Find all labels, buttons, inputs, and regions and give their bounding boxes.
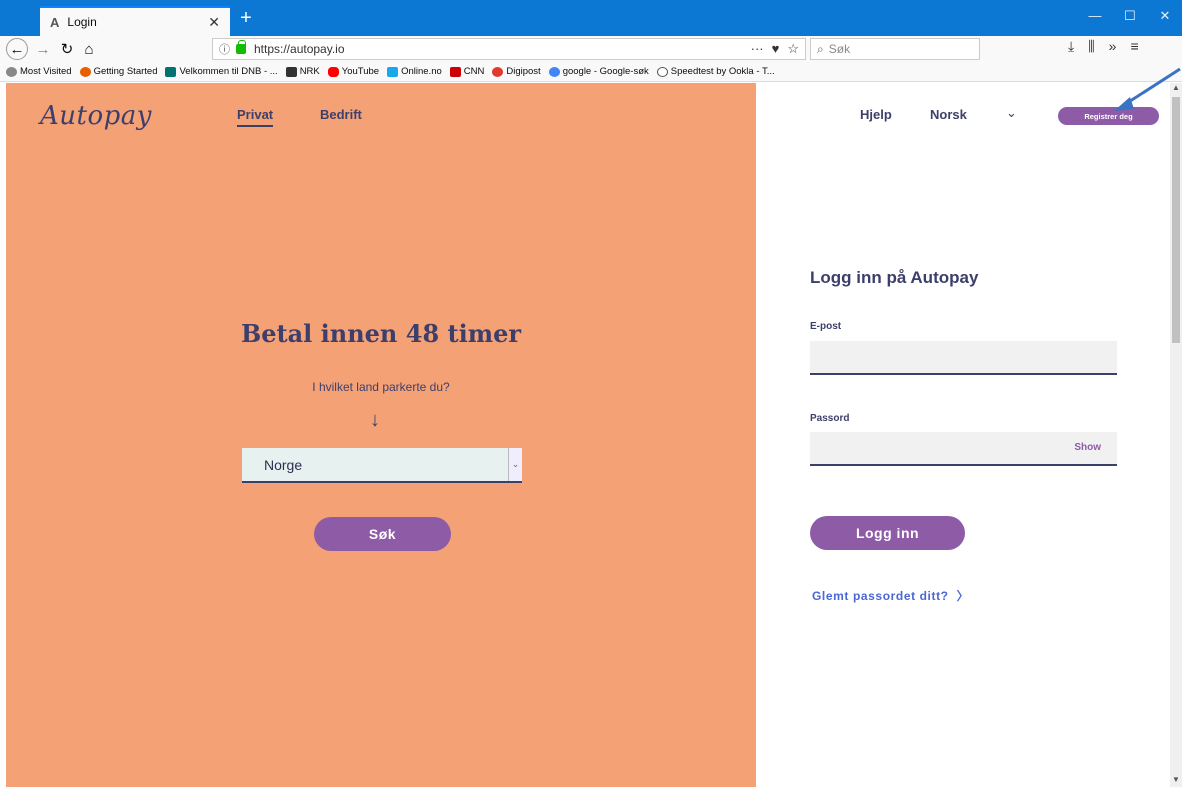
search-bar[interactable]: ⌕ Søk (810, 38, 980, 60)
nrk-icon (285, 66, 297, 77)
forward-arrow-icon[interactable]: → (32, 38, 54, 60)
help-link[interactable]: Hjelp (860, 107, 892, 122)
bookmark-dnb[interactable]: Velkommen til DNB - ... (165, 66, 278, 77)
bookmark-star-icon[interactable]: ☆ (787, 41, 799, 57)
scroll-down-icon[interactable]: ▼ (1170, 775, 1182, 787)
email-field[interactable] (810, 341, 1117, 375)
hero-title: Betal innen 48 timer (240, 319, 522, 348)
forgot-password-label: Glemt passordet ditt? (812, 589, 949, 603)
page-content: ▲ ▼ Autopay Privat Bedrift Betal innen 4… (0, 67, 1182, 787)
bookmark-cnn[interactable]: CNN (449, 66, 484, 77)
bookmark-online-no[interactable]: Online.no (387, 66, 442, 77)
language-selector[interactable]: Norsk (930, 107, 967, 122)
bookmark-nrk[interactable]: NRK (285, 66, 320, 77)
nav-bedrift[interactable]: Bedrift (320, 107, 362, 122)
bookmark-google[interactable]: google - Google-søk (548, 66, 649, 77)
autopay-logo[interactable]: Autopay (40, 101, 152, 131)
autopay-favicon-icon: A (50, 14, 60, 30)
youtube-icon (327, 66, 339, 77)
password-field[interactable] (810, 432, 1060, 464)
arrow-down-icon: ↓ (370, 409, 380, 431)
page-actions-icon[interactable]: ··· (751, 41, 764, 57)
speedometer-icon (656, 66, 668, 77)
chevron-down-icon[interactable]: ⌄ (508, 448, 522, 481)
scroll-thumb[interactable] (1172, 97, 1180, 343)
password-field-wrapper: Show (810, 432, 1117, 466)
scrollbar[interactable]: ▲ ▼ (1170, 83, 1182, 787)
cnn-icon (449, 66, 461, 77)
tab-title: Login (67, 15, 97, 29)
info-icon[interactable]: ⓘ (219, 41, 230, 57)
bookmark-getting-started[interactable]: Getting Started (79, 66, 157, 77)
bookmark-digipost[interactable]: Digipost (492, 66, 541, 77)
bookmarks-toolbar: Most Visited Getting Started Velkommen t… (0, 62, 1182, 82)
firefox-icon (79, 66, 91, 77)
browser-toolbar: ← → ↻ ⌂ ⓘ https://autopay.io ··· ♥ ☆ ⌕ S… (0, 36, 1182, 62)
google-icon (548, 66, 560, 77)
nav-privat[interactable]: Privat (237, 107, 274, 127)
annotation-arrow-icon (1114, 67, 1181, 111)
online-icon (387, 66, 399, 77)
chevron-right-icon: 〉 (956, 589, 970, 603)
search-button[interactable]: Søk (314, 517, 451, 551)
bookmark-youtube[interactable]: YouTube (327, 66, 379, 77)
home-icon[interactable]: ⌂ (78, 38, 100, 60)
password-label: Passord (810, 413, 850, 424)
dnb-icon (165, 66, 177, 77)
close-window-button[interactable]: ✕ (1150, 8, 1180, 24)
overflow-icon[interactable]: » (1109, 38, 1117, 55)
browser-titlebar: A Login ✕ + — ☐ ✕ (0, 0, 1182, 36)
minimize-button[interactable]: — (1080, 8, 1110, 23)
forgot-password-link[interactable]: Glemt passordet ditt? 〉 (812, 587, 969, 604)
language-chevron-icon[interactable]: ⌄ (1006, 105, 1017, 121)
bookmark-most-visited[interactable]: Most Visited (6, 66, 72, 77)
library-icon[interactable]: ⫼ (1088, 38, 1094, 55)
browser-tab[interactable]: A Login ✕ (40, 6, 230, 36)
reload-icon[interactable]: ↻ (56, 38, 78, 60)
digipost-icon (492, 66, 504, 77)
hero-question: I hvilket land parkerte du? (312, 380, 450, 394)
pocket-icon[interactable]: ♥ (772, 41, 780, 57)
login-button[interactable]: Logg inn (810, 516, 965, 550)
back-arrow-icon[interactable]: ← (6, 38, 28, 60)
country-select[interactable]: Norge ⌄ (242, 448, 522, 483)
country-value: Norge (264, 456, 303, 473)
maximize-button[interactable]: ☐ (1115, 8, 1145, 24)
gear-icon (6, 66, 17, 77)
left-panel (6, 83, 756, 787)
downloads-icon[interactable]: ⤓ (1068, 38, 1074, 55)
menu-icon[interactable]: ≡ (1130, 38, 1138, 55)
bookmark-speedtest[interactable]: Speedtest by Ookla - T... (656, 66, 775, 77)
new-tab-button[interactable]: + (234, 6, 258, 30)
search-placeholder: Søk (828, 42, 851, 56)
lock-icon (236, 40, 246, 54)
address-bar[interactable]: ⓘ https://autopay.io ··· ♥ ☆ (212, 38, 806, 60)
close-tab-icon[interactable]: ✕ (208, 14, 220, 31)
search-icon: ⌕ (817, 41, 824, 56)
url-text[interactable]: https://autopay.io (254, 42, 345, 56)
login-title: Logg inn på Autopay (810, 268, 979, 287)
show-password-button[interactable]: Show (1074, 442, 1101, 453)
email-label: E-post (810, 321, 842, 332)
